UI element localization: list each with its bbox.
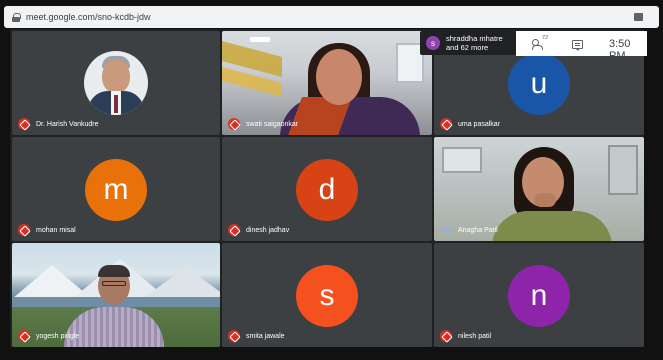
participant-namebar: uma pasalkar — [440, 118, 500, 130]
participant-namebar: Dr. Harish Vankudre — [18, 118, 99, 130]
participant-avatar: d — [296, 159, 358, 221]
meeting-topbar: 72 3:50 PM — [516, 31, 647, 62]
join-notification-text: shraddha mhatre and 62 more — [446, 34, 503, 53]
mic-off-icon — [228, 330, 240, 342]
participant-namebar: smita jawale — [228, 330, 285, 342]
participant-namebar: yogesh pingle — [18, 330, 79, 342]
participant-photo — [84, 51, 148, 115]
video-grid: Dr. Harish Vankudre swati saigaonkar u u… — [10, 29, 644, 347]
extension-icon[interactable] — [634, 13, 643, 21]
participant-video — [316, 49, 362, 105]
participant-avatar: u — [508, 53, 570, 115]
join-notification[interactable]: s shraddha mhatre and 62 more — [420, 31, 516, 55]
participant-name: uma pasalkar — [458, 120, 501, 128]
participant-tile-dinesh[interactable]: d dinesh jadhav — [222, 137, 432, 241]
participant-avatar: m — [85, 159, 147, 221]
participant-namebar: mohan misal — [18, 224, 76, 236]
participant-name: dinesh jadhav — [246, 226, 290, 234]
lock-icon — [12, 12, 21, 22]
url-text: meet.google.com/sno-kcdb-jdw — [26, 12, 151, 22]
participant-tile-swati[interactable]: swati saigaonkar — [222, 31, 432, 135]
mic-off-icon — [228, 118, 240, 130]
participant-avatar: s — [296, 265, 358, 327]
mic-off-icon — [18, 224, 30, 236]
participant-namebar: dinesh jadhav — [228, 224, 289, 236]
participant-tile-anagha[interactable]: Anagha Patil — [434, 137, 644, 241]
participant-name: mohan misal — [36, 226, 76, 234]
audio-active-icon — [440, 224, 452, 236]
participant-namebar: swati saigaonkar — [228, 118, 298, 130]
participant-name: Dr. Harish Vankudre — [36, 120, 99, 128]
address-bar[interactable]: meet.google.com/sno-kcdb-jdw — [4, 6, 659, 28]
mic-off-icon — [440, 330, 452, 342]
participant-tile-smita[interactable]: s smita jawale — [222, 243, 432, 347]
participant-namebar: nilesh patil — [440, 330, 491, 342]
chat-icon[interactable] — [572, 40, 583, 51]
mic-off-icon — [18, 330, 30, 342]
mic-off-icon — [18, 118, 30, 130]
participant-name: nilesh patil — [458, 332, 492, 340]
participant-tile-mohan[interactable]: m mohan misal — [12, 137, 220, 241]
participant-name: yogesh pingle — [36, 332, 80, 340]
joiner-avatar: s — [426, 36, 440, 50]
join-more: and 62 more — [446, 43, 489, 52]
participant-namebar: Anagha Patil — [440, 224, 498, 236]
participant-name: Anagha Patil — [458, 226, 498, 234]
join-name: shraddha mhatre — [446, 33, 503, 43]
participant-avatar: n — [508, 265, 570, 327]
mic-off-icon — [228, 224, 240, 236]
participant-tile-nilesh[interactable]: n nilesh patil — [434, 243, 644, 347]
participant-count: 72 — [542, 35, 549, 41]
mic-off-icon — [440, 118, 452, 130]
screen: meet.google.com/sno-kcdb-jdw Dr. Harish … — [0, 0, 663, 360]
participant-tile-harish[interactable]: Dr. Harish Vankudre — [12, 31, 220, 135]
participant-tile-yogesh[interactable]: yogesh pingle — [12, 243, 220, 347]
participant-name: smita jawale — [246, 332, 285, 340]
participant-name: swati saigaonkar — [246, 120, 299, 128]
clock-time: 3:50 PM — [609, 38, 631, 62]
